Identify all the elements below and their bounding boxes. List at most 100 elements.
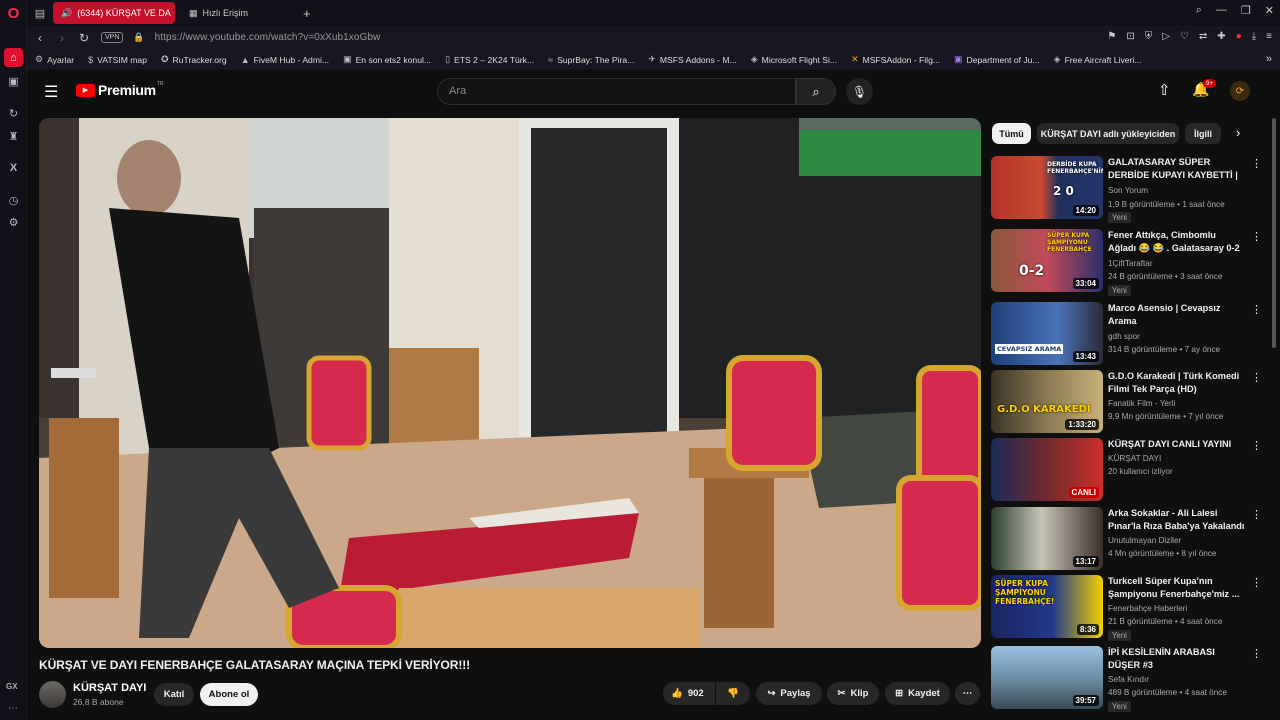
bookmark-item[interactable]: ✪ RuTracker.org (161, 54, 227, 65)
account-avatar[interactable]: ⟳ (1230, 81, 1250, 101)
recommendation-item[interactable]: DERBİDE KUPA FENERBAHÇE'NİN 2 0 14:20 GA… (991, 156, 1262, 223)
play-icon[interactable]: ▷ (1162, 31, 1170, 42)
save-button[interactable]: ⊞ Kaydet (885, 682, 950, 705)
video-thumbnail[interactable]: 13:17 (991, 507, 1103, 570)
channel-name[interactable]: 1ÇiftTaraftar (1108, 259, 1153, 268)
recommendation-item[interactable]: CEVAPSIZ ARAMA 13:43 Marco Asensio | Cev… (991, 302, 1262, 366)
recommendation-item[interactable]: CANLI KÜRŞAT DAYI CANLI YAYINI KÜRŞAT DA… (991, 438, 1262, 502)
translate-icon[interactable]: ⇄ (1199, 31, 1207, 42)
shield-icon[interactable]: ⛨ (1145, 31, 1153, 42)
lock-icon[interactable]: 🔒 (133, 32, 144, 43)
bookmark-item[interactable]: ▣ En son ets2 konul... (343, 54, 431, 65)
chip-related[interactable]: İlgili (1185, 123, 1221, 144)
hamburger-menu-icon[interactable]: ☰ (44, 82, 58, 102)
video-thumbnail[interactable]: SÜPER KUPA ŞAMPİYONU FENERBAHÇE! 8:36 (991, 575, 1103, 638)
share-button[interactable]: ↪ Paylaş (756, 682, 822, 705)
extension-red-icon[interactable]: ● (1236, 31, 1242, 42)
bookmark-icon[interactable]: ⚑ (1107, 31, 1116, 42)
bookmark-item[interactable]: ✕ MSFSAddon - Filg... (851, 54, 940, 65)
sidebar-home-icon[interactable]: ⌂ (4, 48, 23, 67)
opera-logo-icon[interactable]: O (4, 4, 23, 23)
video-thumbnail[interactable]: CEVAPSIZ ARAMA 13:43 (991, 302, 1103, 365)
video-thumbnail[interactable]: G.D.O KARAKEDİ 1:33:20 (991, 370, 1103, 433)
youtube-logo[interactable]: ▶ Premium TR (76, 81, 163, 98)
back-icon[interactable]: ‹ (31, 31, 49, 45)
like-button[interactable]: 👍 902 (663, 682, 715, 705)
more-vertical-icon[interactable]: ⋮ (1251, 157, 1262, 170)
extensions-icon[interactable]: ✚ (1217, 31, 1225, 42)
more-vertical-icon[interactable]: ⋮ (1251, 230, 1262, 243)
channel-name[interactable]: KÜRŞAT DAYI (1108, 454, 1161, 463)
close-icon[interactable]: ✕ (1265, 4, 1274, 17)
page-scrollbar[interactable] (1272, 118, 1276, 348)
bookmark-item[interactable]: ◈ Free Aircraft Liveri... (1054, 54, 1142, 65)
channel-name[interactable]: Fenerbahçe Haberleri (1108, 604, 1187, 613)
heart-icon[interactable]: ♡ (1180, 31, 1189, 42)
channel-name[interactable]: Unutulmayan Diziler (1108, 536, 1181, 545)
video-thumbnail[interactable]: 39:57 (991, 646, 1103, 709)
gx-label[interactable]: GX (6, 682, 18, 691)
chevron-right-icon[interactable]: › (1236, 125, 1240, 140)
more-icon[interactable]: ⋯ (8, 703, 18, 714)
more-vertical-icon[interactable]: ⋮ (1251, 303, 1262, 316)
more-vertical-icon[interactable]: ⋮ (1251, 576, 1262, 589)
sidebar-bag-icon[interactable]: ♜ (4, 127, 23, 146)
channel-name[interactable]: Sefa Kındır (1108, 675, 1149, 684)
bookmark-item[interactable]: ▲ FiveM Hub - Admi... (241, 55, 329, 65)
download-icon[interactable]: ⤓ (1252, 31, 1256, 42)
more-vertical-icon[interactable]: ⋮ (1251, 647, 1262, 660)
search-button[interactable]: ⌕ (796, 78, 836, 105)
subscribe-button[interactable]: Abone ol (200, 683, 258, 706)
sidebar-refresh-icon[interactable]: ↻ (4, 104, 23, 123)
clip-button[interactable]: ✂ Klip (827, 682, 879, 705)
snapshot-icon[interactable]: ⊡ (1126, 31, 1134, 42)
more-vertical-icon[interactable]: ⋮ (1251, 439, 1262, 452)
bookmark-item[interactable]: $ VATSIM map (88, 55, 147, 65)
menu-icon[interactable]: ≡ (1266, 31, 1272, 42)
bookmark-item[interactable]: ▣ Department of Ju... (954, 54, 1040, 65)
channel-name[interactable]: gdh spor (1108, 332, 1140, 341)
tab-menu-icon[interactable]: ▤ (27, 7, 53, 20)
sidebar-x-icon[interactable]: X (4, 158, 23, 177)
bookmark-item[interactable]: ≈ SuprBay: The Pira... (548, 55, 634, 65)
video-thumbnail[interactable]: DERBİDE KUPA FENERBAHÇE'NİN 2 0 14:20 (991, 156, 1103, 219)
recommendation-item[interactable]: SÜPER KUPA ŞAMPİYONU FENERBAHÇE 0-2 33:0… (991, 229, 1262, 296)
bookmark-item[interactable]: ◈ Microsoft Flight Si... (751, 54, 837, 65)
voice-search-button[interactable]: 🎙 (846, 78, 873, 105)
chip-all[interactable]: Tümü (992, 123, 1031, 144)
sidebar-gamepad-icon[interactable]: ▣ (4, 72, 23, 91)
bookmark-item[interactable]: ✈ MSFS Addons - M... (648, 54, 736, 65)
join-button[interactable]: Katıl (154, 683, 194, 706)
channel-avatar[interactable] (39, 681, 66, 708)
bookmark-item[interactable]: ▯ ETS 2 – 2K24 Türk... (445, 54, 534, 65)
bookmarks-more-icon[interactable]: » (1266, 53, 1272, 65)
video-thumbnail[interactable]: SÜPER KUPA ŞAMPİYONU FENERBAHÇE 0-2 33:0… (991, 229, 1103, 292)
more-actions-button[interactable]: ⋯ (955, 682, 980, 705)
vpn-badge[interactable]: VPN (101, 32, 124, 43)
forward-icon[interactable]: › (53, 31, 71, 45)
upload-icon[interactable]: ⇧ (1158, 81, 1171, 99)
tab-quick-access[interactable]: ▦ Hızlı Erişim (181, 2, 291, 24)
sidebar-settings-icon[interactable]: ⚙ (4, 213, 23, 232)
search-tabs-icon[interactable]: ⌕ (1196, 4, 1202, 17)
recommendation-item[interactable]: 13:17 Arka Sokaklar - Ali Lalesi Pınar'l… (991, 507, 1262, 571)
tab-youtube[interactable]: 🔊 (6344) KÜRŞAT VE DA (53, 2, 175, 24)
channel-name[interactable]: Son Yorum (1108, 186, 1148, 195)
new-tab-icon[interactable]: + (303, 6, 311, 21)
more-vertical-icon[interactable]: ⋮ (1251, 508, 1262, 521)
channel-name[interactable]: Fanatik Film - Yerli (1108, 399, 1175, 408)
more-vertical-icon[interactable]: ⋮ (1251, 371, 1262, 384)
chip-from-uploader[interactable]: KÜRŞAT DAYI adlı yükleyiciden (1037, 123, 1179, 144)
reload-icon[interactable]: ↻ (75, 31, 93, 45)
url-field[interactable]: https://www.youtube.com/watch?v=0xXub1xo… (155, 32, 381, 43)
minimize-icon[interactable]: — (1216, 4, 1227, 17)
recommendation-item[interactable]: G.D.O KARAKEDİ 1:33:20 G.D.O Karakedi | … (991, 370, 1262, 434)
bookmark-item[interactable]: ⚙ Ayarlar (35, 54, 74, 65)
video-player[interactable] (39, 118, 981, 648)
maximize-icon[interactable]: ❐ (1241, 4, 1251, 17)
recommendation-item[interactable]: 39:57 İPİ KESİLENİN ARABASI DÜŞER #3 Sef… (991, 646, 1262, 712)
channel-name[interactable]: KÜRŞAT DAYI (73, 682, 146, 694)
dislike-button[interactable]: 👎 (716, 682, 750, 705)
video-thumbnail[interactable]: CANLI (991, 438, 1103, 501)
recommendation-item[interactable]: SÜPER KUPA ŞAMPİYONU FENERBAHÇE! 8:36 Tu… (991, 575, 1262, 641)
